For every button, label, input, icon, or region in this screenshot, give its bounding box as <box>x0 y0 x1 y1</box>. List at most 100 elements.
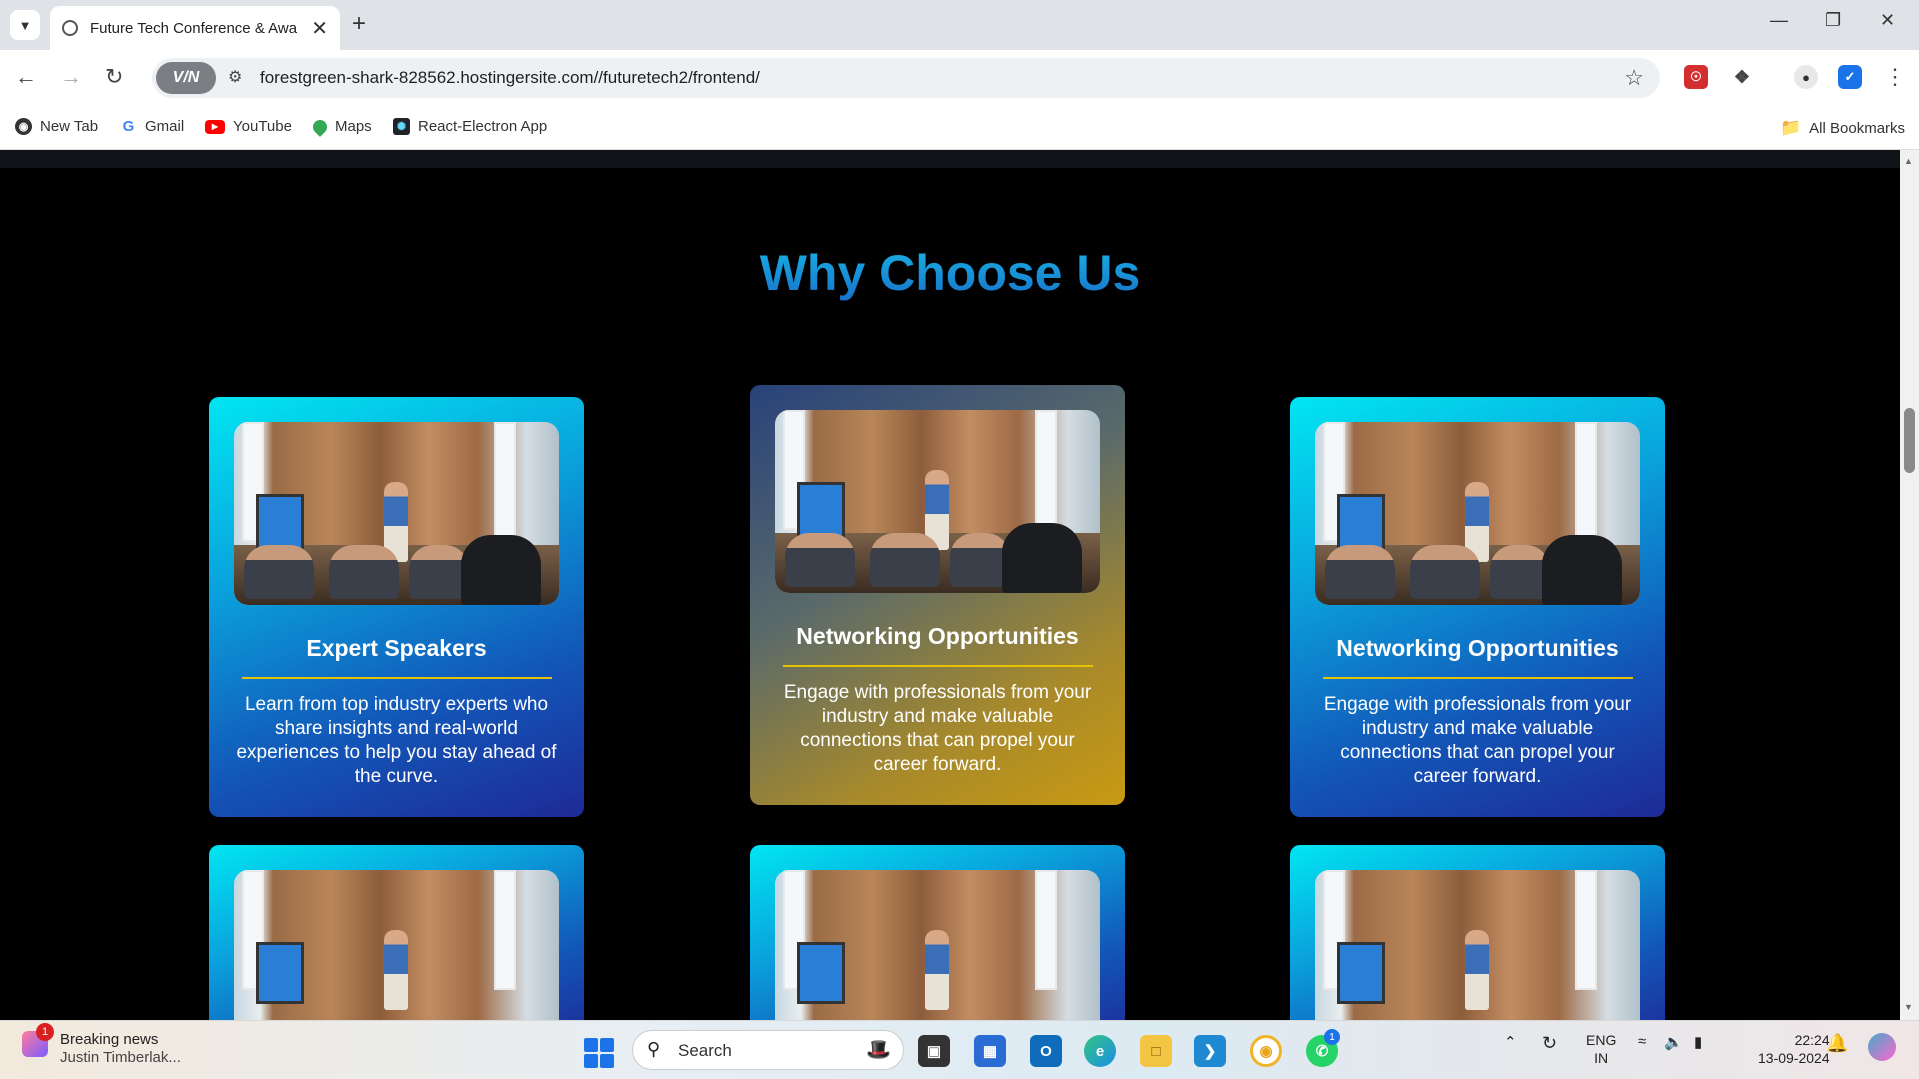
card-photo <box>1315 422 1640 605</box>
bookmarks-bar: ◉ New Tab G Gmail ▶ YouTube Maps ✺ React… <box>0 106 1919 150</box>
card-title: Networking Opportunities <box>796 623 1079 649</box>
clock-date: 13-09-2024 <box>1758 1050 1830 1066</box>
card-description: Engage with professionals from your indu… <box>1323 694 1632 787</box>
profile-avatar-icon[interactable]: ● <box>1794 65 1818 89</box>
browser-tab-active[interactable]: Future Tech Conference & Awa ✕ <box>50 6 340 50</box>
url-text[interactable]: forestgreen-shark-828562.hostingersite.c… <box>260 68 760 88</box>
page-header-strip <box>0 150 1900 168</box>
google-icon: G <box>120 118 137 135</box>
react-icon: ✺ <box>393 118 410 135</box>
bookmark-label: Maps <box>335 118 372 135</box>
feature-card-expert-speakers[interactable]: Expert Speakers Learn from top industry … <box>209 397 584 817</box>
news-widget[interactable]: 1 Breaking news Justin Timberlak... <box>22 1023 181 1066</box>
extensions-puzzle-icon[interactable]: ❖ <box>1730 65 1754 89</box>
folder-icon: 📁 <box>1780 118 1802 137</box>
news-badge: 1 <box>36 1023 54 1041</box>
battery-icon[interactable]: ▮ <box>1694 1033 1702 1051</box>
search-icon: ⚲ <box>647 1039 661 1059</box>
search-highlight-icon: 🎩 <box>866 1039 891 1061</box>
tab-strip: ▼ Future Tech Conference & Awa ✕ + — ❐ ✕ <box>0 0 1919 50</box>
chrome-canary-icon[interactable]: ◉ <box>1250 1035 1282 1067</box>
bookmark-react-electron[interactable]: ✺ React-Electron App <box>393 118 547 135</box>
shield-extension-icon[interactable]: ☉ <box>1684 65 1708 89</box>
bookmark-label: YouTube <box>233 118 292 135</box>
restore-window-icon[interactable]: ❐ <box>1825 10 1841 31</box>
password-manager-shield-icon[interactable]: ✓ <box>1838 65 1862 89</box>
maps-pin-icon <box>310 116 330 137</box>
tray-overflow-chevron-icon[interactable]: ⌃ <box>1504 1033 1517 1051</box>
language-indicator[interactable]: ENG IN <box>1586 1031 1616 1067</box>
card-photo <box>1315 870 1640 1020</box>
news-title: Breaking news <box>60 1031 159 1048</box>
card-photo <box>234 870 559 1020</box>
card-photo <box>775 870 1100 1020</box>
site-favicon-icon <box>62 20 78 36</box>
bookmark-new-tab[interactable]: ◉ New Tab <box>15 118 98 135</box>
file-explorer-icon[interactable]: □ <box>1140 1035 1172 1067</box>
feature-card-row2-3[interactable] <box>1290 845 1665 1020</box>
bookmark-youtube[interactable]: ▶ YouTube <box>205 118 292 135</box>
reload-button[interactable]: ↻ <box>105 64 123 90</box>
bookmark-star-icon[interactable]: ☆ <box>1624 65 1644 91</box>
card-divider <box>782 665 1093 667</box>
card-title: Expert Speakers <box>306 635 487 661</box>
globe-icon: ◉ <box>15 118 32 135</box>
scrollbar-thumb[interactable] <box>1904 408 1915 473</box>
card-title: Networking Opportunities <box>1336 635 1619 661</box>
bookmark-gmail[interactable]: G Gmail <box>120 118 184 135</box>
bookmark-label: React-Electron App <box>418 118 548 135</box>
card-divider <box>1322 677 1633 679</box>
region-code: IN <box>1594 1050 1609 1066</box>
notifications-bell-icon[interactable]: 🔔 <box>1826 1033 1848 1054</box>
all-bookmarks-label: All Bookmarks <box>1809 119 1906 137</box>
copilot-icon[interactable] <box>1868 1033 1896 1061</box>
edge-browser-icon[interactable]: e <box>1084 1035 1116 1067</box>
browser-menu-icon[interactable]: ⋮ <box>1884 64 1906 90</box>
page-scrollbar[interactable]: ▲ ▼ <box>1900 150 1919 1020</box>
forward-button[interactable]: → <box>60 64 82 90</box>
windows-taskbar: 1 Breaking news Justin Timberlak... ⚲ Se… <box>0 1020 1919 1079</box>
new-tab-button[interactable]: + <box>352 10 366 38</box>
vpn-badge[interactable]: V/N <box>156 62 216 94</box>
clock-time: 22:24 <box>1794 1032 1830 1048</box>
minimize-window-icon[interactable]: — <box>1770 10 1788 31</box>
whatsapp-badge: 1 <box>1324 1029 1340 1045</box>
card-photo <box>775 410 1100 593</box>
outlook-icon[interactable]: O <box>1030 1035 1062 1067</box>
scroll-down-arrow-icon[interactable]: ▼ <box>1904 1002 1913 1012</box>
page-viewport: Why Choose Us Expert Speakers Learn from… <box>0 150 1900 1020</box>
address-bar[interactable]: V/N ⚙ forestgreen-shark-828562.hostinger… <box>152 58 1660 98</box>
system-clock[interactable]: 22:24 13-09-2024 <box>1758 1031 1830 1067</box>
windows-start-button[interactable] <box>584 1038 614 1068</box>
close-tab-icon[interactable]: ✕ <box>311 16 328 41</box>
tab-title: Future Tech Conference & Awa <box>90 19 298 37</box>
wifi-icon[interactable]: ≈ <box>1638 1033 1646 1050</box>
bookmark-maps[interactable]: Maps <box>310 116 372 137</box>
section-heading: Why Choose Us <box>0 244 1900 302</box>
vscode-icon[interactable]: ❯ <box>1194 1035 1226 1067</box>
search-label: Search <box>678 1041 732 1060</box>
site-settings-icon[interactable]: ⚙ <box>228 67 242 87</box>
tab-search-button[interactable]: ▼ <box>10 10 40 40</box>
microsoft-store-icon[interactable]: ▦ <box>974 1035 1006 1067</box>
youtube-icon: ▶ <box>205 119 225 134</box>
scroll-up-arrow-icon[interactable]: ▲ <box>1904 156 1913 166</box>
feature-card-row2-2[interactable] <box>750 845 1125 1020</box>
volume-icon[interactable]: 🔈 <box>1664 1033 1683 1051</box>
card-divider <box>241 677 552 679</box>
bookmark-label: New Tab <box>40 118 99 135</box>
language-code: ENG <box>1586 1032 1617 1048</box>
close-window-icon[interactable]: ✕ <box>1880 10 1895 31</box>
card-description: Engage with professionals from your indu… <box>783 682 1092 775</box>
all-bookmarks-button[interactable]: 📁 All Bookmarks <box>1780 118 1905 138</box>
feature-card-networking-opportunities[interactable]: Networking Opportunities Engage with pro… <box>750 385 1125 805</box>
sync-icon[interactable]: ↻ <box>1542 1033 1557 1054</box>
chevron-down-icon: ▼ <box>18 17 32 33</box>
feature-card-row2-1[interactable] <box>209 845 584 1020</box>
news-widget-icon: 1 <box>22 1023 54 1057</box>
browser-toolbar: ← → ↻ V/N ⚙ forestgreen-shark-828562.hos… <box>0 50 1919 106</box>
taskbar-search-box[interactable]: ⚲ Search 🎩 <box>632 1030 904 1070</box>
task-view-icon[interactable]: ▣ <box>918 1035 950 1067</box>
back-button[interactable]: ← <box>15 64 37 90</box>
feature-card-networking-opportunities-2[interactable]: Networking Opportunities Engage with pro… <box>1290 397 1665 817</box>
